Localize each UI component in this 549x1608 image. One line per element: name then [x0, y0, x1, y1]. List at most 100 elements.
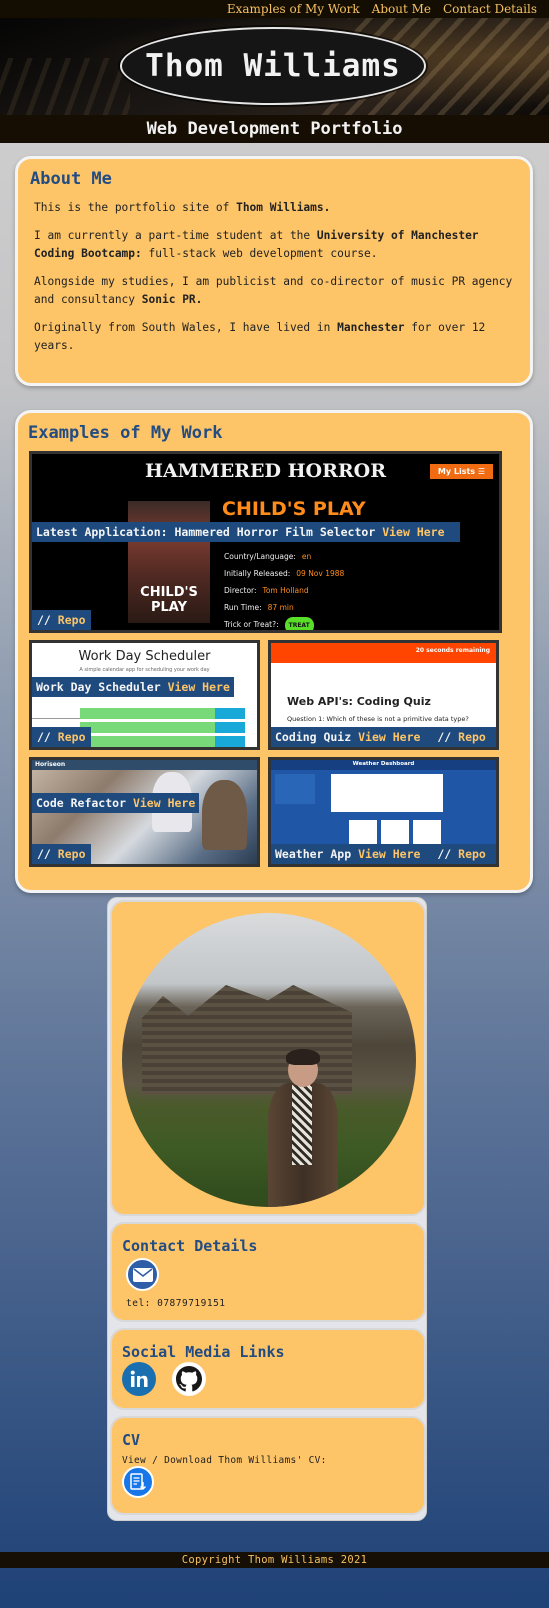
forecast-card: [381, 820, 409, 846]
view-here-link[interactable]: View Here: [358, 730, 420, 744]
scarf-image: [292, 1085, 312, 1165]
project-card-hammered-horror[interactable]: HAMMERED HORROR My Lists ☰ CHILD'S PLAY …: [29, 451, 502, 633]
forecast-card: [349, 820, 377, 846]
site-title: Thom Williams: [145, 48, 401, 84]
screenshot-my-lists-button: My Lists ☰: [429, 464, 493, 479]
github-glyph: [176, 1366, 202, 1392]
contact-card: Contact Details tel: 07879719151: [110, 1222, 426, 1322]
time-block: [80, 735, 245, 747]
repo-prefix: //: [37, 613, 51, 627]
about-heading: About Me: [30, 169, 112, 189]
project-label: Latest Application: Hammered Horror Film…: [32, 522, 460, 542]
screenshot-header: Horiseon: [32, 760, 257, 770]
view-here-link[interactable]: View Here: [382, 525, 444, 539]
linkedin-glyph: [130, 1370, 148, 1387]
current-weather-panel: [331, 774, 443, 812]
screenshot-brand: Horiseon: [35, 761, 66, 768]
repo-label: Repo: [57, 613, 86, 627]
repo-prefix: //: [37, 847, 51, 861]
repo-label[interactable]: Repo: [458, 730, 486, 744]
project-title: Work Day Scheduler: [36, 680, 161, 694]
github-icon[interactable]: [172, 1362, 206, 1396]
project-card-code-refactor[interactable]: Horiseon Code Refactor View Here // Repo: [29, 757, 260, 867]
repo-prefix: //: [37, 730, 51, 744]
repo-prefix: //: [437, 730, 452, 744]
cv-card: CV View / Download Thom Williams' CV:: [110, 1416, 426, 1515]
repo-link[interactable]: // Repo: [437, 847, 486, 861]
profile-photo-card: [110, 900, 426, 1216]
screenshot-movie-title: CHILD'S PLAY: [222, 498, 366, 520]
screenshot-title: Web API's: Coding Quiz: [287, 695, 431, 708]
repo-prefix: //: [437, 847, 452, 861]
person-hair-image: [286, 1049, 320, 1065]
repo-label[interactable]: Repo: [458, 847, 486, 861]
cv-heading: CV: [122, 1431, 141, 1449]
nav-link-contact[interactable]: Contact Details: [443, 2, 537, 16]
info-row: Run Time: 87 min: [224, 599, 344, 616]
info-value: en: [301, 552, 312, 561]
repo-label: Repo: [57, 730, 86, 744]
screenshot-title: Work Day Scheduler: [78, 649, 211, 664]
about-text: I am currently a part-time student at th…: [34, 229, 317, 242]
footer: Copyright Thom Williams 2021: [0, 1552, 549, 1568]
info-row: Country/Language: en: [224, 548, 344, 565]
info-key: Initially Released:: [224, 569, 291, 578]
info-key: Director:: [224, 586, 257, 595]
contact-heading: Contact Details: [122, 1237, 258, 1255]
subtitle-bar: Web Development Portfolio: [0, 115, 549, 143]
repo-link[interactable]: // Repo: [32, 844, 91, 864]
info-key: Trick or Treat?:: [224, 620, 279, 629]
view-here-link[interactable]: View Here: [133, 796, 195, 810]
info-key: Country/Language:: [224, 552, 296, 561]
document-glyph: [130, 1473, 146, 1490]
time-block: [80, 707, 245, 719]
info-row: Initially Released: 09 Nov 1988: [224, 565, 344, 582]
project-card-weather-app[interactable]: Weather Dashboard Weather App View Here …: [268, 757, 499, 867]
project-title: Weather App: [275, 847, 352, 861]
top-nav: Examples of My Work About Me Contact Det…: [0, 0, 549, 18]
info-value: Tom Holland: [262, 586, 309, 595]
about-paragraph: I am currently a part-time student at th…: [34, 227, 518, 263]
about-paragraph: Originally from South Wales, I have live…: [34, 319, 518, 355]
social-heading: Social Media Links: [122, 1343, 285, 1361]
screenshot-subtitle: A simple calendar app for scheduling you…: [79, 667, 210, 673]
project-card-coding-quiz[interactable]: 20 seconds remaining Web API's: Coding Q…: [268, 640, 499, 750]
info-key: Run Time:: [224, 603, 262, 612]
phone-number: tel: 07879719151: [126, 1298, 226, 1309]
project-card-work-day-scheduler[interactable]: Work Day Scheduler A simple calendar app…: [29, 640, 260, 750]
work-section: Examples of My Work HAMMERED HORROR My L…: [15, 410, 533, 893]
linkedin-icon[interactable]: [122, 1362, 156, 1396]
about-text: Originally from South Wales, I have live…: [34, 321, 338, 334]
project-title: Latest Application: Hammered Horror Film…: [36, 525, 376, 539]
about-bold-text: Sonic PR.: [141, 293, 203, 306]
search-panel: [275, 774, 315, 804]
view-here-link[interactable]: View Here: [168, 680, 230, 694]
profile-photo: [122, 913, 416, 1207]
copyright-text: Copyright Thom Williams 2021: [181, 1554, 368, 1566]
mail-icon[interactable]: [126, 1258, 159, 1291]
site-subtitle: Web Development Portfolio: [146, 119, 403, 139]
about-section: About Me This is the portfolio site of T…: [15, 156, 533, 386]
repo-label: Repo: [57, 847, 86, 861]
hero-banner: Thom Williams: [0, 18, 549, 115]
repo-link[interactable]: // Repo: [32, 610, 91, 630]
repo-link[interactable]: // Repo: [32, 727, 91, 747]
treat-badge: TREAT: [284, 617, 314, 630]
project-label: Coding Quiz View Here // Repo: [271, 727, 496, 747]
about-paragraph: Alongside my studies, I am publicist and…: [34, 273, 518, 309]
screenshot-movie-info: Country/Language: en Initially Released: 0…: [224, 548, 344, 630]
about-text: Alongside my studies, I am publicist and…: [34, 275, 513, 306]
quiz-timer-bar: 20 seconds remaining: [271, 643, 496, 663]
name-oval: Thom Williams: [120, 27, 426, 105]
project-label: Work Day Scheduler View Here: [32, 677, 234, 697]
document-download-icon[interactable]: [122, 1466, 154, 1498]
screenshot-header: Weather Dashboard: [271, 760, 496, 770]
cv-description: View / Download Thom Williams' CV:: [122, 1455, 327, 1466]
social-card: Social Media Links: [110, 1328, 426, 1410]
view-here-link[interactable]: View Here: [358, 847, 420, 861]
nav-link-about[interactable]: About Me: [372, 2, 431, 16]
forecast-card: [413, 820, 441, 846]
work-heading: Examples of My Work: [28, 423, 223, 443]
nav-link-work[interactable]: Examples of My Work: [227, 2, 360, 16]
repo-link[interactable]: // Repo: [437, 730, 486, 744]
